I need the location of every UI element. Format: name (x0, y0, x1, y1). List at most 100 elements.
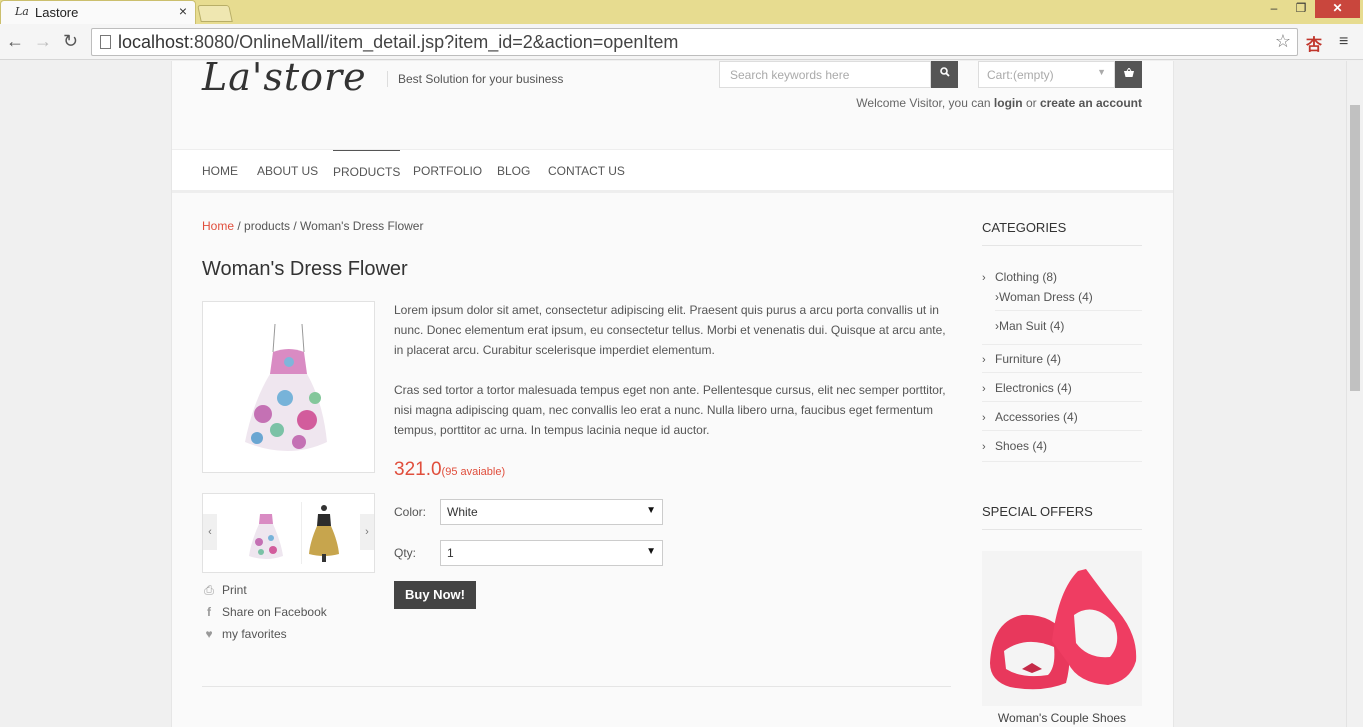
page-icon (100, 35, 111, 49)
tab-strip: La Lastore × – ❐ ✕ (0, 0, 1363, 24)
breadcrumb-home-link[interactable]: Home (202, 219, 234, 233)
dress-thumb-image (249, 514, 283, 559)
welcome-prefix: Welcome Visitor, you can (856, 96, 991, 110)
category-furniture[interactable]: › Furniture (4) (982, 352, 1142, 373)
nav-home[interactable]: HOME (202, 150, 238, 192)
search-icon (939, 67, 950, 77)
chevron-right-icon: › (982, 383, 986, 395)
tagline: Best Solution for your business (387, 71, 563, 87)
carousel-next-button[interactable]: › (360, 514, 374, 550)
nav-portfolio[interactable]: PORTFOLIO (413, 150, 482, 192)
facebook-label: Share on Facebook (222, 605, 327, 619)
nav-about-us[interactable]: ABOUT US (257, 150, 318, 192)
favorites-link[interactable]: ♥ my favorites (202, 627, 287, 641)
menu-icon[interactable]: ≡ (1339, 33, 1348, 51)
category-electronics[interactable]: › Electronics (4) (982, 381, 1142, 402)
chevron-right-icon: › (982, 441, 986, 453)
reload-icon[interactable]: ↻ (63, 32, 78, 50)
category-woman-dress[interactable]: ›Woman Dress (4) (995, 290, 1142, 311)
shoes-image (990, 569, 1137, 690)
special-offer-image[interactable] (982, 551, 1142, 706)
category-accessories[interactable]: › Accessories (4) (982, 410, 1142, 431)
color-value: White (447, 505, 478, 519)
search-input[interactable]: Search keywords here (719, 61, 931, 88)
product-title: Woman's Dress Flower (202, 258, 408, 280)
product-main-image[interactable] (202, 301, 375, 473)
url-text[interactable]: localhost:8080/OnlineMall/item_detail.js… (118, 32, 678, 53)
price-value: 321.0 (394, 459, 442, 480)
product-price: 321.0(95 avaiable) (394, 459, 505, 481)
window-close-icon[interactable]: ✕ (1315, 0, 1360, 18)
chevron-down-icon: ▼ (1097, 67, 1106, 77)
category-label: Electronics (4) (995, 381, 1072, 395)
site-logo[interactable]: La'store (202, 61, 367, 99)
login-link[interactable]: login (994, 96, 1023, 110)
qty-select[interactable]: 1 ▼ (440, 540, 663, 566)
qty-value: 1 (447, 546, 454, 560)
category-shoes[interactable]: › Shoes (4) (982, 439, 1142, 462)
special-offer-caption[interactable]: Woman's Couple Shoes (982, 711, 1142, 725)
cart-label: Cart:(empty) (987, 68, 1054, 82)
gold-dress-thumb-image (309, 505, 339, 562)
print-label: Print (222, 583, 247, 597)
address-bar[interactable]: localhost:8080/OnlineMall/item_detail.js… (91, 28, 1298, 56)
page-container: La'store Best Solution for your business… (171, 61, 1174, 727)
divider (202, 686, 951, 687)
bookmark-star-icon[interactable]: ☆ (1275, 31, 1291, 52)
restore-icon[interactable]: ❐ (1288, 0, 1314, 18)
print-link[interactable]: ⎙ Print (202, 583, 247, 598)
availability-text: (95 avaiable) (441, 466, 506, 478)
buy-now-button[interactable]: Buy Now! (394, 581, 476, 609)
back-arrow-icon[interactable]: ← (6, 32, 24, 50)
qty-label: Qty: (394, 546, 417, 560)
nav-blog[interactable]: BLOG (497, 150, 530, 192)
category-label: Shoes (4) (995, 439, 1048, 453)
main-nav: HOME ABOUT US PRODUCTS PORTFOLIO BLOG CO… (172, 149, 1173, 193)
welcome-or: or (1025, 96, 1037, 110)
dropdown-arrow-icon: ▼ (646, 546, 656, 557)
description-paragraph: Cras sed tortor a tortor malesuada tempu… (394, 383, 946, 437)
cart-select[interactable]: Cart:(empty) ▼ (978, 61, 1115, 88)
breadcrumb-trail: / products / Woman's Dress Flower (234, 219, 424, 233)
color-label: Color: (394, 505, 427, 519)
breadcrumb: Home / products / Woman's Dress Flower (202, 219, 423, 233)
search-button[interactable] (931, 61, 958, 88)
tab-title: Lastore (35, 5, 79, 20)
category-divider (982, 323, 1142, 345)
create-account-link[interactable]: create an account (1040, 96, 1142, 110)
carousel-prev-button[interactable]: ‹ (203, 514, 217, 550)
facebook-icon: f (207, 605, 211, 619)
chevron-right-icon: › (982, 412, 986, 424)
extension-icon[interactable]: 杏 (1306, 31, 1322, 55)
printer-icon: ⎙ (204, 583, 214, 597)
url-path: :8080/OnlineMall/item_detail.jsp?item_id… (189, 32, 679, 52)
viewport: La'store Best Solution for your business… (0, 61, 1346, 727)
heart-icon: ♥ (205, 627, 213, 641)
scrollbar-thumb[interactable] (1350, 105, 1360, 391)
favorites-label: my favorites (222, 627, 287, 641)
cart-button[interactable] (1115, 61, 1142, 88)
color-select[interactable]: White ▼ (440, 499, 663, 525)
nav-contact-us[interactable]: CONTACT US (548, 150, 625, 192)
forward-arrow-icon[interactable]: → (34, 32, 52, 50)
browser-tab[interactable]: La Lastore × (0, 0, 196, 24)
dress-image (245, 323, 327, 451)
browser-toolbar: ← → ↻ localhost:8080/OnlineMall/item_det… (0, 24, 1363, 60)
thumbnail-carousel: ‹ › (202, 493, 375, 573)
new-tab-button[interactable] (197, 5, 233, 22)
facebook-share-link[interactable]: f Share on Facebook (202, 605, 327, 619)
scrollbar[interactable] (1346, 61, 1363, 727)
description-paragraph: Lorem ipsum dolor sit amet, consectetur … (394, 303, 946, 357)
close-tab-icon[interactable]: × (179, 3, 187, 19)
category-label: Woman Dress (4) (999, 290, 1093, 304)
product-description: Lorem ipsum dolor sit amet, consectetur … (394, 300, 954, 460)
categories-title: CATEGORIES (982, 220, 1142, 246)
dropdown-arrow-icon: ▼ (646, 505, 656, 516)
chevron-right-icon: › (982, 354, 986, 366)
category-label: Clothing (8) (995, 270, 1058, 284)
thumbnail-flower-dress[interactable] (241, 502, 291, 564)
minimize-icon[interactable]: – (1262, 0, 1286, 18)
thumbnail-gold-dress[interactable] (301, 502, 345, 564)
category-clothing[interactable]: › Clothing (8) (982, 270, 1142, 290)
nav-products[interactable]: PRODUCTS (333, 150, 401, 192)
